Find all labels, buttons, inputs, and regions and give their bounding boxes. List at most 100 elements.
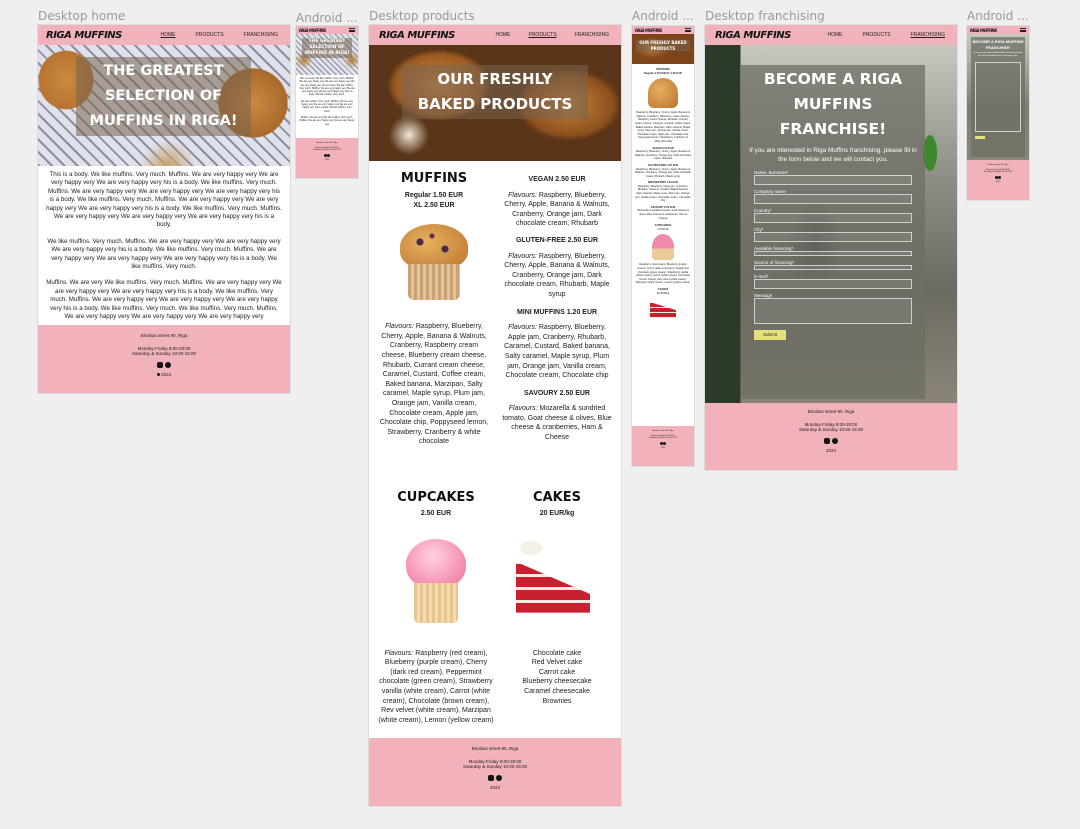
gluten-free-flavours-label: Flavours: (508, 252, 537, 260)
products-nav-home[interactable]: HOME (495, 32, 510, 38)
message-field[interactable] (754, 298, 912, 324)
mobile-home-paragraph-2: We like muffins. Very much. Muffins. We … (301, 99, 353, 113)
mobile-gluten-free-flavours: Raspberry, Blueberry, Cherry, Apple, Ban… (635, 167, 691, 178)
frame-label-desktop-home: Desktop home (38, 9, 126, 23)
financing-source-select[interactable] (754, 265, 912, 270)
muffins-price-xl: XL 2.50 EUR (413, 201, 455, 209)
mobile-instagram-icon[interactable] (323, 154, 327, 157)
cake-item: Carrot cake (538, 668, 576, 676)
name-field[interactable] (754, 175, 912, 185)
home-paragraph-2: We like muffins. Very much. Muffins. We … (47, 237, 281, 271)
savoury-title: SAVOURY 2.50 EUR (523, 389, 590, 397)
franchise-top-nav: RIGA MUFFINS HOME PRODUCTS FRANCHISING (705, 25, 957, 45)
vegan-title: VEGAN 2.50 EUR (528, 176, 586, 183)
mobile-franchise-hero-title: BECOME A RIGA MUFFINS FRANCHISE! (972, 39, 1024, 50)
company-field[interactable] (754, 194, 912, 204)
mobile-products-instagram-icon[interactable] (659, 442, 663, 445)
mobile-vegan-flavours: Raspberry, Blueberry, Cherry, Apple, Ban… (635, 150, 691, 161)
mobile-franchise-footer-hours-weekend: Saturday & Sunday 10:00-15:00 (983, 171, 1013, 173)
frame-desktop-products: RIGA MUFFINS HOME PRODUCTS FRANCHISING O… (369, 25, 621, 806)
mobile-footer-copyright: 2023 (324, 159, 330, 162)
cake-item: Blueberry cheesecake (522, 678, 592, 686)
products-instagram-icon[interactable] (488, 775, 495, 781)
mobile-logo[interactable]: RIGA MUFFINS (299, 28, 326, 33)
mobile-products-hamburger-icon[interactable] (685, 28, 691, 32)
mobile-muffins-price: Regular 1.50 EUR XL 2.50 EUR (644, 71, 682, 75)
nav-products[interactable]: PRODUCTS (195, 32, 223, 38)
frame-android-franchising: RIGA MUFFINS BECOME A RIGA MUFFINS FRANC… (967, 26, 1029, 200)
logo[interactable]: RIGA MUFFINS (46, 30, 122, 41)
nav-home[interactable]: HOME (160, 32, 175, 38)
cupcakes-title: CUPCAKES (397, 490, 475, 505)
franchise-facebook-icon[interactable] (831, 438, 838, 444)
hamburger-menu-icon[interactable] (349, 28, 355, 32)
products-footer: Brivibas street 90, Riga Monday-Friday 8… (369, 738, 621, 806)
mobile-cupcakes-price: 2.50 EUR (657, 227, 669, 231)
mobile-facebook-icon[interactable] (327, 154, 331, 157)
mobile-savoury-flavours: Mozarella & sundried tomato, Goat cheese… (637, 209, 689, 220)
financing-select[interactable] (754, 251, 912, 256)
mobile-franchise-facebook-icon[interactable] (998, 176, 1002, 179)
products-facebook-icon[interactable] (495, 775, 502, 781)
mobile-franchise-footer: Brivibas street 90, Riga Monday-Friday 8… (967, 160, 1029, 200)
mobile-franchise-instagram-icon[interactable] (994, 176, 998, 179)
cupcakes-flavours: Raspberry (red cream), Blueberry (purple… (378, 649, 494, 724)
mobile-franchise-hamburger-icon[interactable] (1020, 28, 1026, 32)
frame-desktop-franchising: RIGA MUFFINS HOME PRODUCTS FRANCHISING B… (705, 25, 957, 470)
frame-label-android-products: Android ... (632, 9, 694, 23)
mobile-franchise-logo[interactable]: RIGA MUFFINS (970, 28, 997, 33)
franchise-nav-franchising[interactable]: FRANCHISING (911, 32, 945, 38)
instagram-icon[interactable] (157, 362, 164, 368)
franchise-logo[interactable]: RIGA MUFFINS (715, 30, 791, 41)
franchise-footer-address: Brivibas street 90, Riga (807, 409, 855, 414)
cake-item: Chocolate cake (532, 649, 582, 657)
cupcakes-flavours-label: Flavours: (384, 649, 414, 657)
mobile-products-footer-address: Brivibas street 90, Riga (652, 430, 674, 432)
cakes-price: 20 EUR/kg (539, 510, 575, 517)
cake-item: Caramel cheesecake (524, 687, 590, 695)
franchise-footer-copyright: 2023 (825, 448, 836, 453)
franchise-instagram-icon[interactable] (824, 438, 831, 444)
mobile-products-top-nav: RIGA MUFFINS (632, 26, 694, 34)
home-paragraph-3: Muffins. We are very We like muffins. Ve… (46, 279, 282, 321)
footer-address: Brivibas street 90, Riga (140, 333, 188, 338)
top-nav: RIGA MUFFINS HOME PRODUCTS FRANCHISING (38, 25, 290, 45)
mobile-cake-image (650, 302, 676, 319)
mobile-products-logo[interactable]: RIGA MUFFINS (635, 28, 662, 33)
products-nav-franchising[interactable]: FRANCHISING (575, 32, 609, 38)
mobile-products-facebook-icon[interactable] (663, 442, 667, 445)
products-top-nav: RIGA MUFFINS HOME PRODUCTS FRANCHISING (369, 25, 621, 45)
franchise-form-panel: BECOME A RIGA MUFFINS FRANCHISE! If you … (741, 65, 925, 399)
products-logo[interactable]: RIGA MUFFINS (379, 30, 455, 41)
mobile-cupcakes-flavours: Raspberry (red cream), Blueberry (purple… (635, 263, 691, 285)
cupcake-image (400, 531, 472, 629)
nav-franchising[interactable]: FRANCHISING (244, 32, 278, 38)
frame-label-android-home: Android ... (296, 11, 358, 25)
mobile-franchise-top-nav: RIGA MUFFINS (967, 26, 1029, 34)
mobile-footer: Brivibas street 90, Riga Monday-Friday 8… (296, 138, 358, 178)
facebook-icon[interactable] (164, 362, 171, 368)
franchise-nav-products[interactable]: PRODUCTS (862, 32, 890, 38)
mobile-franchise-form[interactable] (975, 62, 1021, 132)
submit-button[interactable]: Submit (754, 330, 786, 340)
muffins-flavours-label: Flavours: (385, 323, 414, 331)
franchise-nav-home[interactable]: HOME (827, 32, 842, 38)
email-field[interactable] (754, 279, 912, 289)
products-nav-products[interactable]: PRODUCTS (528, 32, 556, 38)
gluten-free-title: GLUTEN-FREE 2.50 EUR (515, 236, 599, 244)
vegan-flavours-label: Flavours: (508, 191, 537, 199)
mobile-hero-title: THE GREATEST SELECTION OF MUFFINS IN RIG… (302, 38, 352, 58)
frame-label-android-franchising: Android ... (967, 9, 1029, 23)
mobile-submit-button[interactable] (975, 136, 985, 139)
cake-item: Brownies (542, 697, 572, 705)
products-footer-address: Brivibas street 90, Riga (471, 746, 519, 751)
mobile-cakes-price: 20 EUR/kg (656, 291, 670, 295)
city-field[interactable] (754, 232, 912, 242)
mobile-products-footer-hours-weekend: Saturday & Sunday 10:00-15:00 (648, 437, 678, 439)
products-hero-title: OUR FRESHLY BAKED PRODUCTS (402, 65, 588, 119)
mobile-muffin-image (648, 78, 678, 109)
products-footer-copyright: 2023 (489, 785, 500, 790)
cakes-list: Chocolate cake Red Velvet cake Carrot ca… (499, 649, 615, 707)
mini-muffins-flavours: Raspberry, Blueberry, Apple jam, Cranber… (504, 324, 610, 380)
country-field[interactable] (754, 213, 912, 223)
